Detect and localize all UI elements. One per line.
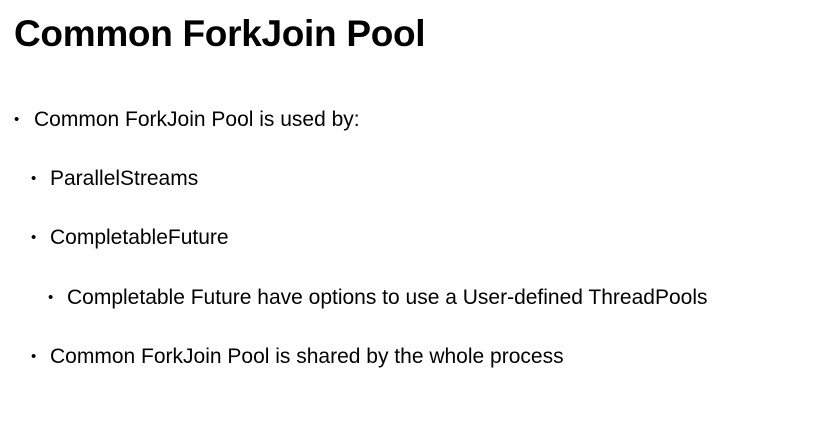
bullet-marker: •: [14, 111, 20, 128]
bullet-text: ParallelStreams: [50, 167, 199, 190]
bullet-marker: •: [31, 348, 37, 365]
bullet-marker: •: [31, 229, 37, 246]
bullet-text: Completable Future have options to use a…: [67, 286, 708, 309]
slide-title: Common ForkJoin Pool: [14, 13, 426, 54]
bullet-marker: •: [31, 170, 37, 187]
bullet-text: Common ForkJoin Pool is shared by the wh…: [50, 345, 564, 368]
bullet-text: CompletableFuture: [50, 226, 229, 249]
bullet-text: Common ForkJoin Pool is used by:: [34, 108, 360, 131]
bullet-marker: •: [48, 289, 54, 306]
